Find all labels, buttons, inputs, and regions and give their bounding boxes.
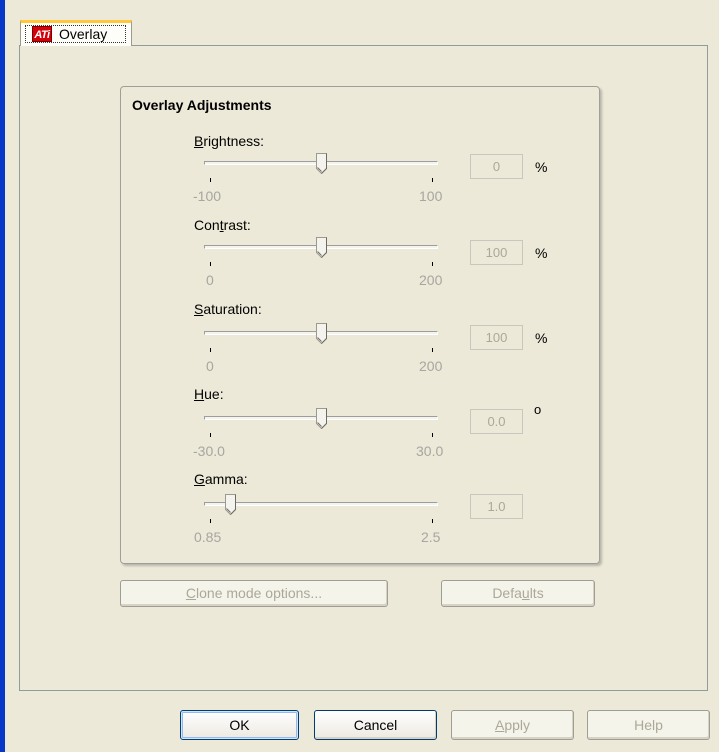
gamma-min-label: 0.85 [194,529,222,545]
slider-thumb[interactable] [316,408,327,429]
contrast-min-label: 0 [206,272,214,288]
contrast-value-field[interactable]: 100 [470,240,523,265]
brightness-label: Brightness: [194,133,265,149]
gamma-max-label: 2.5 [421,529,441,545]
overlay-adjustments-group [120,86,600,564]
tick-max [432,348,433,352]
tick-max [432,178,433,182]
defaults-button[interactable]: Defaults [441,580,595,607]
hue-value-field[interactable]: 0.0 [470,409,523,434]
gamma-value-field[interactable]: 1.0 [470,494,523,519]
saturation-min-label: 0 [206,358,214,374]
tick-min [210,348,211,352]
help-button[interactable]: Help [587,710,710,740]
brightness-min-label: -100 [193,188,222,204]
gamma-label: Gamma: [194,471,248,487]
saturation-label: Saturation: [194,301,262,317]
apply-button[interactable]: Apply [451,710,574,740]
slider-track [204,502,438,506]
hue-label: Hue: [194,386,224,402]
tab-overlay[interactable]: ATi Overlay [20,20,132,46]
hue-unit-degree: o [534,402,542,417]
hue-min-label: -30.0 [193,443,225,459]
slider-thumb[interactable] [316,237,327,258]
slider-thumb[interactable] [316,153,327,174]
tick-max [432,433,433,437]
brightness-unit: % [535,159,548,175]
saturation-value-field[interactable]: 100 [470,325,523,350]
cancel-button[interactable]: Cancel [314,710,437,740]
contrast-max-label: 200 [419,272,443,288]
hue-max-label: 30.0 [416,443,444,459]
window-left-border [0,0,5,752]
saturation-max-label: 200 [419,358,443,374]
ati-logo-icon: ATi [32,26,52,42]
contrast-unit: % [535,245,548,261]
saturation-unit: % [535,330,548,346]
brightness-value-field[interactable]: 0 [470,154,523,179]
tick-min [210,433,211,437]
brightness-max-label: 100 [419,188,443,204]
tick-min [210,178,211,182]
slider-thumb[interactable] [224,494,236,515]
tick-max [432,519,433,523]
tab-overlay-label: Overlay [59,26,108,42]
contrast-label: Contrast: [194,217,251,233]
tick-max [432,262,433,266]
ok-button[interactable]: OK [180,710,299,740]
clone-mode-options-button[interactable]: Clone mode options... [120,580,388,607]
group-title: Overlay Adjustments [132,97,272,113]
tick-min [210,519,211,523]
slider-thumb[interactable] [316,323,327,344]
tick-min [210,262,211,266]
